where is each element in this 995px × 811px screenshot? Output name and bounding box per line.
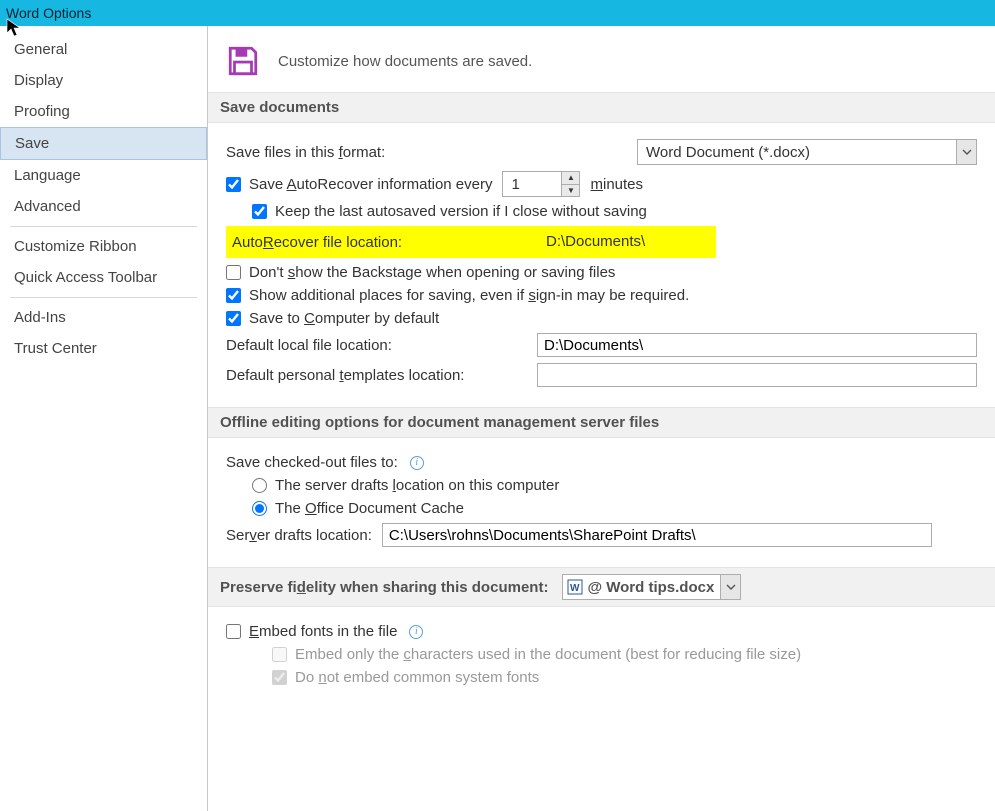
default-templates-location-input[interactable] xyxy=(537,363,977,387)
save-format-dropdown[interactable]: Word Document (*.docx) xyxy=(637,139,977,165)
save-format-label: Save files in this format: xyxy=(226,144,385,161)
default-local-location-label: Default local file location: xyxy=(226,337,392,354)
word-options-window: Word Options General Display Proofing Sa… xyxy=(0,0,995,811)
autorecover-minutes-spinner[interactable]: 1 ▲ ▼ xyxy=(502,171,580,197)
fidelity-document-name: @ Word tips.docx xyxy=(587,579,714,596)
info-icon[interactable]: i xyxy=(409,625,423,639)
sidebar-item-trust-center[interactable]: Trust Center xyxy=(0,333,207,364)
save-checked-out-label: Save checked-out files to: xyxy=(226,454,398,471)
autorecover-checkbox[interactable]: Save AutoRecover information every xyxy=(226,176,492,193)
sidebar-item-add-ins[interactable]: Add-Ins xyxy=(0,302,207,333)
chevron-down-icon[interactable] xyxy=(956,140,976,164)
svg-text:W: W xyxy=(570,583,580,594)
save-disk-icon xyxy=(226,44,260,78)
autorecover-minutes-value: 1 xyxy=(503,172,561,196)
sidebar-item-proofing[interactable]: Proofing xyxy=(0,96,207,127)
section-fidelity-header: Preserve fidelity when sharing this docu… xyxy=(208,567,995,607)
window-title: Word Options xyxy=(6,5,91,21)
save-to-computer-checkbox[interactable]: Save to Computer by default xyxy=(226,310,439,327)
sidebar-item-general[interactable]: General xyxy=(0,34,207,65)
info-icon[interactable]: i xyxy=(410,456,424,470)
sidebar-item-advanced[interactable]: Advanced xyxy=(0,191,207,222)
category-sidebar: General Display Proofing Save Language A… xyxy=(0,26,208,811)
sidebar-item-quick-access-toolbar[interactable]: Quick Access Toolbar xyxy=(0,262,207,293)
embed-only-used-checkbox: Embed only the characters used in the do… xyxy=(272,646,801,663)
sidebar-item-save[interactable]: Save xyxy=(0,127,207,160)
fidelity-document-dropdown[interactable]: W @ Word tips.docx xyxy=(562,574,741,600)
server-drafts-location-radio[interactable]: The server drafts location on this compu… xyxy=(252,477,559,494)
chevron-down-icon[interactable] xyxy=(720,575,740,599)
spinner-up-icon[interactable]: ▲ xyxy=(562,172,579,185)
main-panel: Customize how documents are saved. Save … xyxy=(208,26,995,811)
page-subtitle: Customize how documents are saved. xyxy=(278,53,532,70)
default-local-location-input[interactable] xyxy=(537,333,977,357)
section-offline-body: Save checked-out files to: i The server … xyxy=(208,438,995,567)
page-header: Customize how documents are saved. xyxy=(208,38,995,92)
default-templates-location-label: Default personal templates location: xyxy=(226,367,464,384)
autorecover-location-row: AutoRecover file location: D:\Documents\ xyxy=(226,226,716,258)
do-not-embed-common-checkbox: Do not embed common system fonts xyxy=(272,669,539,686)
embed-fonts-checkbox[interactable]: Embed fonts in the file xyxy=(226,623,397,640)
section-offline-header: Offline editing options for document man… xyxy=(208,407,995,438)
word-document-icon: W xyxy=(567,579,583,595)
section-fidelity-body: Embed fonts in the file i Embed only the… xyxy=(208,607,995,706)
keep-last-autosaved-checkbox[interactable]: Keep the last autosaved version if I clo… xyxy=(252,203,647,220)
titlebar: Word Options xyxy=(0,0,995,26)
fidelity-heading-text: Preserve fidelity when sharing this docu… xyxy=(220,579,548,596)
spinner-down-icon[interactable]: ▼ xyxy=(562,185,579,197)
section-save-documents-header: Save documents xyxy=(208,92,995,123)
sidebar-item-display[interactable]: Display xyxy=(0,65,207,96)
autorecover-location-label: AutoRecover file location: xyxy=(232,234,402,251)
show-additional-places-checkbox[interactable]: Show additional places for saving, even … xyxy=(226,287,689,304)
sidebar-item-language[interactable]: Language xyxy=(0,160,207,191)
sidebar-item-customize-ribbon[interactable]: Customize Ribbon xyxy=(0,231,207,262)
dont-show-backstage-checkbox[interactable]: Don't show the Backstage when opening or… xyxy=(226,264,615,281)
sidebar-divider xyxy=(10,297,197,298)
server-drafts-location-input[interactable] xyxy=(382,523,932,547)
save-format-value: Word Document (*.docx) xyxy=(638,140,956,164)
minutes-label: minutes xyxy=(590,176,643,193)
section-save-documents-body: Save files in this format: Word Document… xyxy=(208,123,995,407)
sidebar-divider xyxy=(10,226,197,227)
server-drafts-location-label: Server drafts location: xyxy=(226,527,372,544)
autorecover-location-value: D:\Documents\ xyxy=(540,230,710,254)
office-document-cache-radio[interactable]: The Office Document Cache xyxy=(252,500,464,517)
